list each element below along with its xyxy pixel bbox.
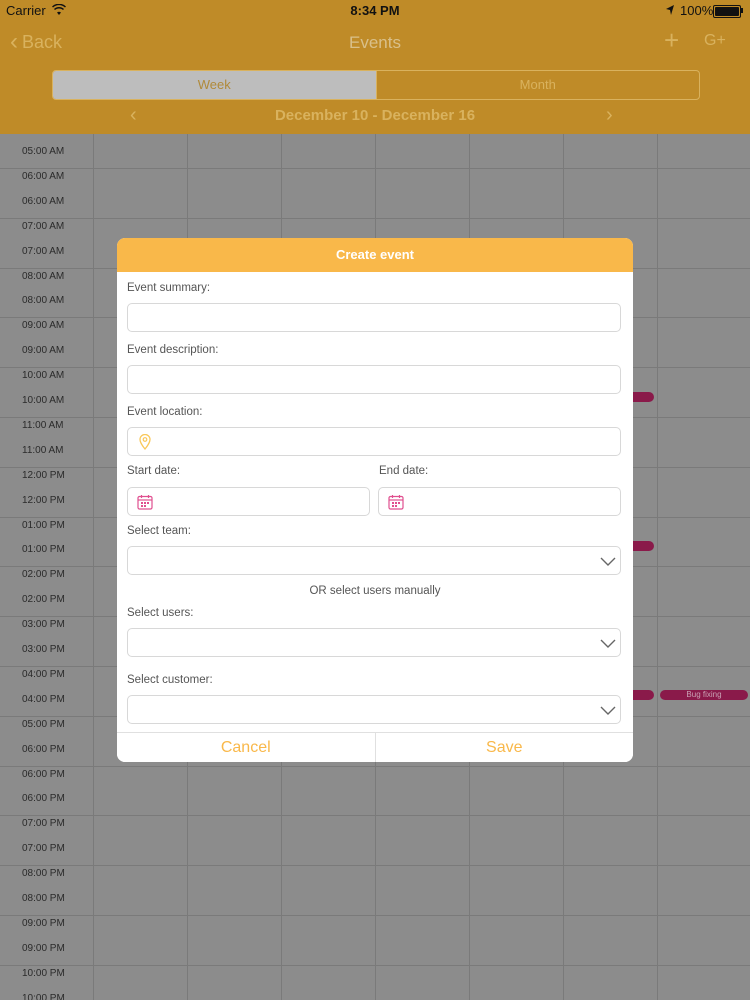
event-description-label: Event description:	[127, 344, 219, 356]
status-bar: Carrier 8:34 PM 100%	[0, 0, 750, 22]
location-pin-icon	[139, 434, 151, 450]
time-label: 05:00 AM	[22, 146, 65, 157]
time-label: 01:00 PM	[22, 544, 65, 556]
time-label: 11:00 AM	[22, 419, 64, 431]
start-date-label: Start date:	[127, 465, 181, 477]
event-summary-input[interactable]	[127, 303, 621, 332]
battery-icon	[713, 5, 741, 18]
time-label: 03:00 PM	[22, 619, 65, 631]
cancel-button[interactable]: Cancel	[117, 733, 376, 762]
google-sync-button[interactable]: G+	[704, 32, 726, 50]
week-range-label: December 10 - December 16	[274, 107, 476, 124]
hour-row-divider	[0, 964, 750, 966]
page-title: Events	[349, 33, 401, 52]
time-label: 07:00 PM	[22, 843, 65, 855]
time-label: 03:00 PM	[22, 644, 65, 655]
time-label: 08:00 PM	[22, 868, 65, 880]
tab-week[interactable]: Week	[53, 71, 376, 99]
or-select-users-text: OR select users manually	[309, 585, 441, 597]
time-label: 02:00 PM	[22, 594, 65, 606]
calendar-icon	[137, 495, 153, 510]
end-date-input[interactable]	[378, 487, 621, 516]
hour-row-divider	[0, 765, 750, 767]
time-label: 04:00 PM	[22, 668, 65, 680]
event-location-label: Event location:	[127, 406, 203, 418]
select-customer-label: Select customer:	[127, 674, 213, 686]
event-description-input[interactable]	[127, 365, 621, 394]
end-date-label: End date:	[379, 465, 429, 477]
select-customer-dropdown[interactable]	[127, 695, 621, 724]
select-team-label: Select team:	[127, 525, 191, 537]
chevron-down-icon	[600, 557, 616, 566]
hour-row-divider	[0, 217, 750, 219]
select-users-dropdown[interactable]	[127, 628, 621, 657]
time-label: 06:00 PM	[22, 793, 65, 805]
hour-row-divider	[0, 914, 750, 916]
view-segment-control: Week Month	[52, 70, 700, 100]
dialog-footer: Cancel Save	[117, 732, 633, 762]
app-header: Carrier 8:34 PM 100% ‹ Back Events + G+ …	[0, 0, 750, 134]
event-summary-label: Event summary:	[127, 282, 211, 294]
select-users-label: Select users:	[127, 607, 194, 619]
clock: 8:34 PM	[350, 3, 400, 18]
select-team-dropdown[interactable]	[127, 546, 621, 575]
time-label: 06:00 AM	[22, 195, 65, 207]
save-button[interactable]: Save	[375, 733, 633, 762]
event-location-input[interactable]	[127, 427, 621, 456]
time-label: 06:00 PM	[22, 768, 65, 780]
start-date-input[interactable]	[127, 487, 370, 516]
chevron-down-icon	[600, 706, 616, 715]
time-label: 09:00 AM	[22, 345, 65, 357]
calendar-event-bug-fixing[interactable]: Bug fixing	[660, 690, 748, 700]
chevron-down-icon	[600, 639, 616, 648]
hour-row-divider	[0, 865, 750, 867]
time-label: 02:00 PM	[22, 569, 65, 581]
battery-percent: 100%	[680, 3, 714, 18]
time-label: 09:00 PM	[22, 942, 65, 954]
battery-nub	[741, 8, 743, 13]
tab-month[interactable]: Month	[375, 71, 700, 99]
time-label: 06:00 AM	[22, 170, 65, 182]
time-label: 07:00 AM	[22, 245, 65, 257]
time-label: 07:00 PM	[22, 818, 65, 830]
time-label: 01:00 PM	[22, 519, 65, 531]
time-label: 04:00 PM	[22, 693, 65, 705]
create-event-dialog: Create event Event summary: Event descri…	[117, 238, 633, 762]
time-label: 12:00 PM	[22, 494, 65, 506]
calendar-icon	[388, 495, 404, 510]
time-label: 11:00 AM	[22, 444, 64, 456]
time-label: 10:00 PM	[22, 992, 65, 1000]
next-week-button[interactable]: ›	[606, 104, 613, 127]
time-label: 06:00 PM	[22, 743, 65, 755]
time-label: 08:00 AM	[22, 295, 65, 307]
time-label: 08:00 PM	[22, 893, 65, 904]
time-label: 05:00 PM	[22, 718, 65, 730]
time-label: 09:00 PM	[22, 917, 65, 929]
add-event-button[interactable]: +	[664, 26, 679, 54]
hour-row-divider	[0, 815, 750, 817]
time-label: 10:00 PM	[22, 967, 65, 979]
hour-row-divider	[0, 167, 750, 169]
time-label: 10:00 AM	[22, 395, 65, 406]
time-label: 09:00 AM	[22, 320, 65, 332]
time-label: 08:00 AM	[22, 270, 65, 282]
location-arrow-icon	[666, 5, 674, 15]
time-label: 07:00 AM	[22, 220, 65, 232]
time-label: 12:00 PM	[22, 469, 65, 481]
time-label: 10:00 AM	[22, 370, 65, 382]
dialog-title: Create event	[117, 238, 633, 272]
